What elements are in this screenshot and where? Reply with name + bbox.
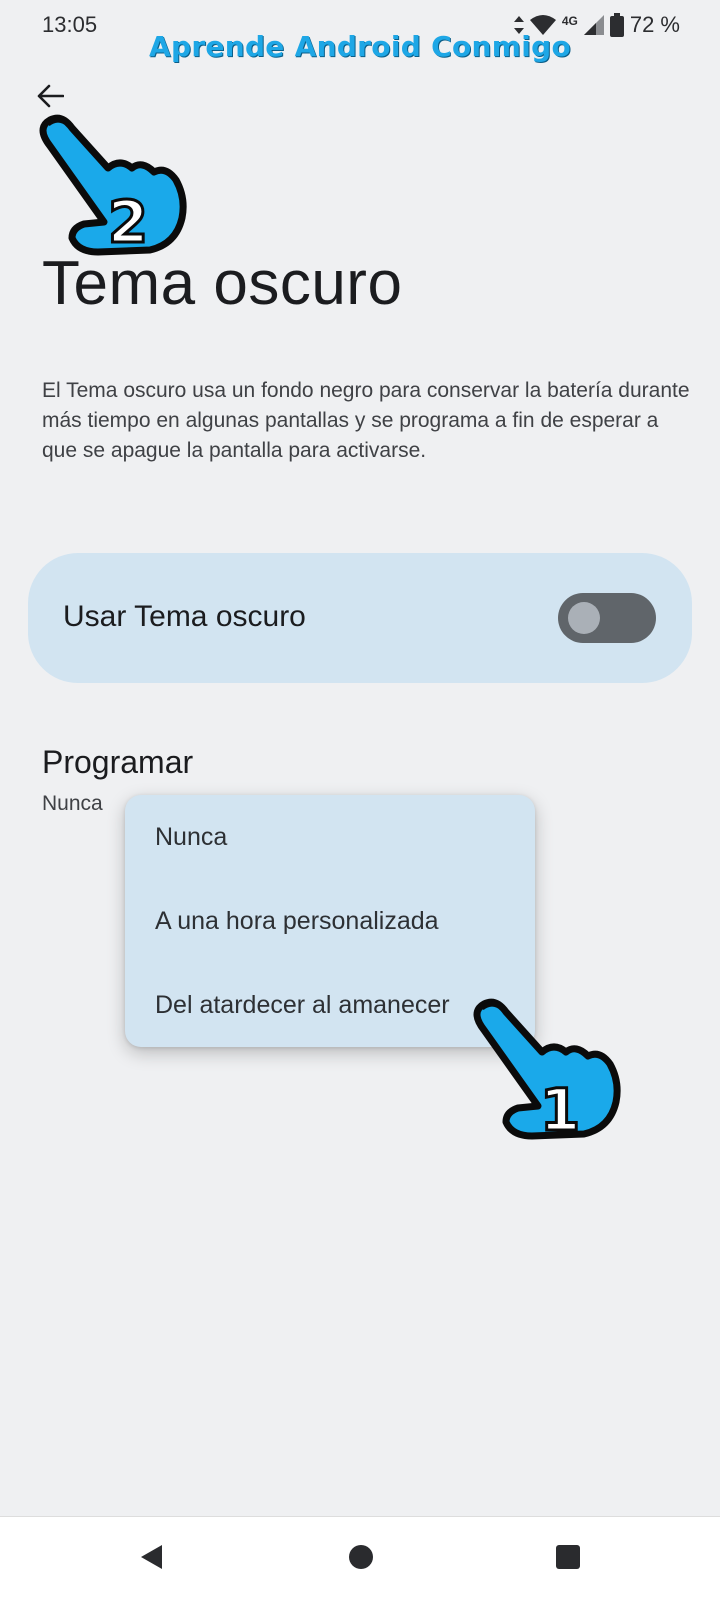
pointing-hand-icon: 2 <box>28 106 198 258</box>
page-title: Tema oscuro <box>42 249 403 318</box>
menu-item-custom-time[interactable]: A una hora personalizada <box>125 879 535 963</box>
home-circle-icon <box>348 1544 374 1575</box>
back-triangle-icon <box>138 1543 164 1576</box>
schedule-title: Programar <box>42 744 194 780</box>
recents-square-icon <box>555 1544 581 1575</box>
dark-theme-toggle-row[interactable]: Usar Tema oscuro <box>28 553 692 683</box>
navigation-bar <box>0 1516 720 1599</box>
switch-knob <box>568 602 600 634</box>
nav-home-button[interactable] <box>341 1539 381 1579</box>
description-text: El Tema oscuro usa un fondo negro para c… <box>42 379 690 462</box>
network-type: 4G <box>561 14 578 28</box>
step-number: 2 <box>108 188 148 256</box>
menu-item-never[interactable]: Nunca <box>125 795 535 879</box>
dark-theme-toggle-label: Usar Tema oscuro <box>63 600 306 633</box>
nav-recents-button[interactable] <box>548 1539 588 1579</box>
nav-back-button[interactable] <box>131 1539 171 1579</box>
dark-theme-switch[interactable] <box>558 593 656 643</box>
watermark-text: Aprende Android Conmigo <box>149 30 571 63</box>
pointing-hand-icon: 1 <box>462 990 632 1146</box>
schedule-value: Nunca <box>42 792 103 815</box>
step-number: 1 <box>540 1076 580 1140</box>
